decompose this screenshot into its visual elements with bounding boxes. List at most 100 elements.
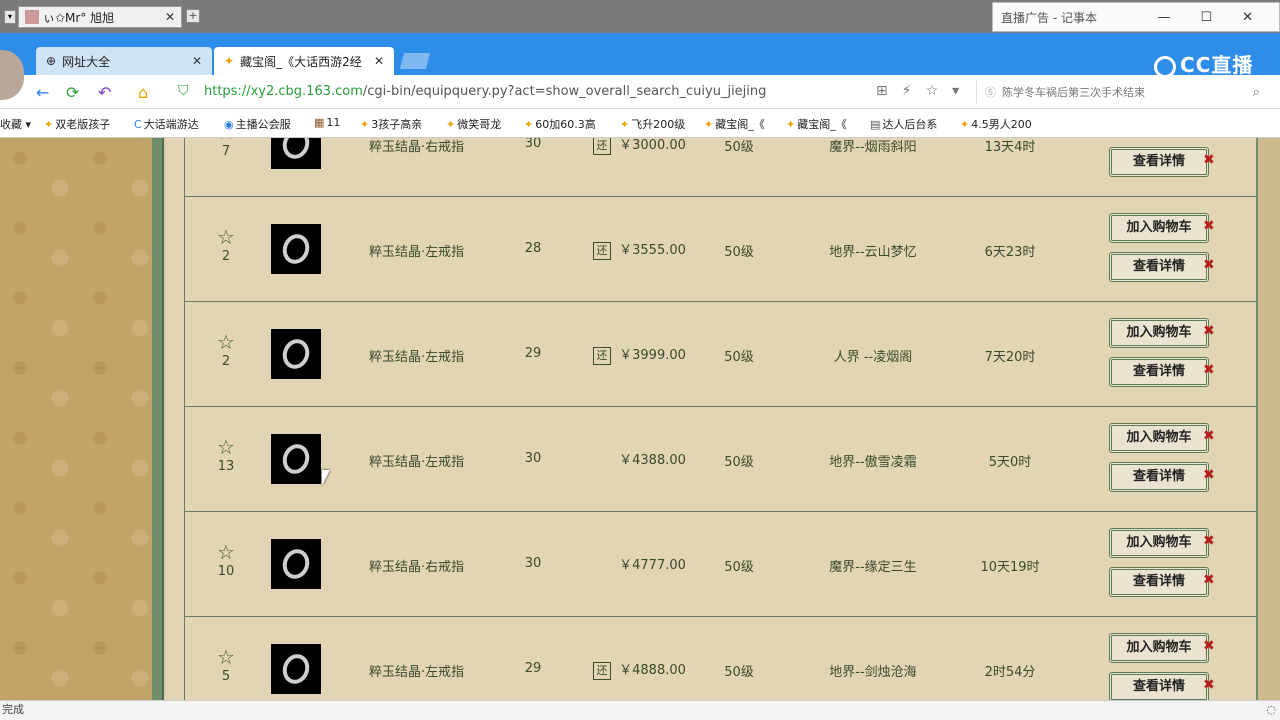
item-thumbnail[interactable] bbox=[271, 224, 321, 274]
item-name[interactable]: 粹玉结晶·右戒指 bbox=[369, 138, 489, 155]
view-details-button[interactable]: 查看详情 bbox=[1109, 672, 1209, 700]
close-icon[interactable]: ✖ bbox=[1203, 677, 1215, 693]
close-icon[interactable]: ✕ bbox=[192, 54, 202, 68]
item-thumbnail[interactable] bbox=[271, 539, 321, 589]
star-icon[interactable]: ☆ bbox=[215, 138, 237, 142]
add-to-cart-button[interactable]: 加入购物车 bbox=[1109, 528, 1209, 558]
time-remaining: 10天19时 bbox=[980, 560, 1040, 575]
favorite-toggle[interactable]: ☆ 2 bbox=[215, 227, 237, 264]
favorite-count: 7 bbox=[221, 144, 231, 159]
url-input[interactable]: https://xy2.cbg.163.com/cgi-bin/equipque… bbox=[204, 84, 766, 99]
bookmark-item[interactable]: ✦ 60加60.3高 bbox=[524, 116, 596, 132]
bookmark-item[interactable]: ✦ 双老版孩子 bbox=[44, 116, 110, 132]
item-thumbnail[interactable] bbox=[271, 434, 321, 484]
lightning-icon[interactable]: ⚡ bbox=[902, 83, 912, 99]
view-details-button[interactable]: 查看详情 bbox=[1109, 462, 1209, 492]
search-placeholder: 陈学冬车祸后第三次手术结束 bbox=[1002, 86, 1145, 99]
favorite-toggle[interactable]: ☆ 2 bbox=[215, 332, 237, 369]
favorite-toggle[interactable]: ☆ 7 bbox=[215, 138, 237, 159]
item-level: 30 bbox=[524, 451, 542, 466]
right-border bbox=[1256, 138, 1280, 700]
close-icon[interactable]: ✕ bbox=[374, 54, 384, 68]
close-icon[interactable]: ✕ bbox=[165, 10, 175, 24]
star-icon[interactable]: ☆ bbox=[926, 83, 939, 99]
undo-icon[interactable]: ↶ bbox=[98, 83, 111, 102]
star-icon[interactable]: ☆ bbox=[215, 542, 237, 562]
view-details-button[interactable]: 查看详情 bbox=[1109, 357, 1209, 387]
bookmark-icon: ✦ bbox=[620, 118, 630, 131]
favorite-toggle[interactable]: ☆ 10 bbox=[215, 542, 237, 579]
star-icon[interactable]: ☆ bbox=[215, 647, 237, 667]
close-icon[interactable]: ✖ bbox=[1203, 572, 1215, 588]
close-icon[interactable]: ✖ bbox=[1203, 467, 1215, 483]
minimize-icon[interactable]: — bbox=[1157, 10, 1170, 25]
bookmark-item[interactable]: ✦ 4.5男人200 bbox=[960, 116, 1032, 132]
bookmark-item[interactable]: ✦ 飞升200级 bbox=[620, 116, 685, 132]
close-icon[interactable]: ✕ bbox=[1242, 10, 1253, 25]
os-window-tab[interactable]: ぃ✩Mr° 旭旭 ✕ bbox=[18, 6, 182, 28]
close-icon[interactable]: ✖ bbox=[1203, 428, 1215, 444]
favorite-toggle[interactable]: ☆ 5 bbox=[215, 647, 237, 684]
ring-icon bbox=[278, 230, 314, 268]
star-icon[interactable]: ☆ bbox=[215, 227, 237, 247]
browser-tab-active[interactable]: ✦ 藏宝阁_《大话西游2经 ✕ bbox=[214, 47, 394, 75]
bookmark-item[interactable]: ✦ 藏宝阁_《 bbox=[704, 116, 765, 132]
close-icon[interactable]: ✖ bbox=[1203, 362, 1215, 378]
browser-tab[interactable]: ⊕ 网址大全 ✕ bbox=[36, 47, 212, 75]
bookmark-item[interactable]: ✦ 藏宝阁_《 bbox=[786, 116, 847, 132]
item-level: 28 bbox=[524, 241, 542, 256]
server-name: 地界--云山梦忆 bbox=[829, 245, 917, 260]
item-name[interactable]: 粹玉结晶·左戒指 bbox=[369, 346, 489, 365]
item-level: 30 bbox=[524, 138, 542, 151]
add-to-cart-button[interactable]: 加入购物车 bbox=[1109, 633, 1209, 663]
new-tab-button[interactable] bbox=[399, 53, 431, 69]
refresh-icon[interactable]: ⟳ bbox=[66, 83, 79, 102]
new-window-button[interactable]: + bbox=[186, 9, 200, 23]
item-thumbnail[interactable] bbox=[271, 138, 321, 169]
item-level: 29 bbox=[524, 661, 542, 676]
bookmark-item[interactable]: ▦ 11 bbox=[314, 116, 340, 129]
mouse-cursor-icon bbox=[322, 470, 338, 486]
item-name[interactable]: 粹玉结晶·左戒指 bbox=[369, 241, 489, 260]
bookmark-item[interactable]: C 大话端游达 bbox=[134, 116, 199, 132]
home-icon[interactable]: ⌂ bbox=[138, 83, 148, 102]
item-name[interactable]: 粹玉结晶·右戒指 bbox=[369, 556, 489, 575]
status-bar: 完成 ◌ bbox=[0, 700, 1280, 720]
bookmark-item[interactable]: ◉ 主播公会服 bbox=[224, 116, 291, 132]
bookmark-item[interactable]: 收藏 ▾ bbox=[0, 116, 31, 132]
item-price: ￥4388.00 bbox=[593, 449, 703, 468]
view-details-button[interactable]: 查看详情 bbox=[1109, 147, 1209, 177]
bookmark-item[interactable]: ▤ 达人后台系 bbox=[870, 116, 937, 132]
server-name: 魔界--烟雨斜阳 bbox=[829, 140, 917, 155]
favorite-toggle[interactable]: ☆ 13 bbox=[215, 437, 237, 474]
search-input[interactable]: Ⓢ 陈学冬车祸后第三次手术结束 ⌕ bbox=[976, 81, 1260, 103]
maximize-icon[interactable]: ☐ bbox=[1200, 10, 1212, 25]
star-icon[interactable]: ☆ bbox=[215, 332, 237, 352]
view-details-button[interactable]: 查看详情 bbox=[1109, 567, 1209, 597]
close-icon[interactable]: ✖ bbox=[1203, 218, 1215, 234]
item-name[interactable]: 粹玉结晶·左戒指 bbox=[369, 661, 489, 680]
close-icon[interactable]: ✖ bbox=[1203, 152, 1215, 168]
bookmark-item[interactable]: ✦ 3孩子高亲 bbox=[360, 116, 422, 132]
add-to-cart-button[interactable]: 加入购物车 bbox=[1109, 318, 1209, 348]
close-icon[interactable]: ✖ bbox=[1203, 638, 1215, 654]
close-icon[interactable]: ✖ bbox=[1203, 323, 1215, 339]
search-icon[interactable]: ⌕ bbox=[1253, 85, 1260, 100]
back-arrow-icon[interactable]: ← bbox=[36, 83, 49, 102]
favorite-count: 10 bbox=[217, 564, 235, 579]
item-name[interactable]: 粹玉结晶·左戒指 bbox=[369, 451, 489, 470]
add-to-cart-button[interactable]: 加入购物车 bbox=[1109, 423, 1209, 453]
star-icon[interactable]: ☆ bbox=[215, 437, 237, 457]
item-thumbnail[interactable] bbox=[271, 329, 321, 379]
notepad-window-titlebar[interactable]: 直播广告 - 记事本 — ☐ ✕ bbox=[992, 2, 1280, 32]
item-thumbnail[interactable] bbox=[271, 644, 321, 694]
dropdown-icon[interactable]: ▾ bbox=[952, 83, 959, 99]
add-to-cart-button[interactable]: 加入购物车 bbox=[1109, 213, 1209, 243]
grid-icon[interactable]: ⊞ bbox=[876, 83, 888, 99]
view-details-button[interactable]: 查看详情 bbox=[1109, 252, 1209, 282]
close-icon[interactable]: ✖ bbox=[1203, 533, 1215, 549]
bookmark-item[interactable]: ✦ 微笑哥龙 bbox=[446, 116, 501, 132]
tab-scroll-left-button[interactable]: ▾ bbox=[4, 10, 16, 24]
close-icon[interactable]: ✖ bbox=[1203, 257, 1215, 273]
bargain-badge: 还 bbox=[593, 346, 611, 365]
